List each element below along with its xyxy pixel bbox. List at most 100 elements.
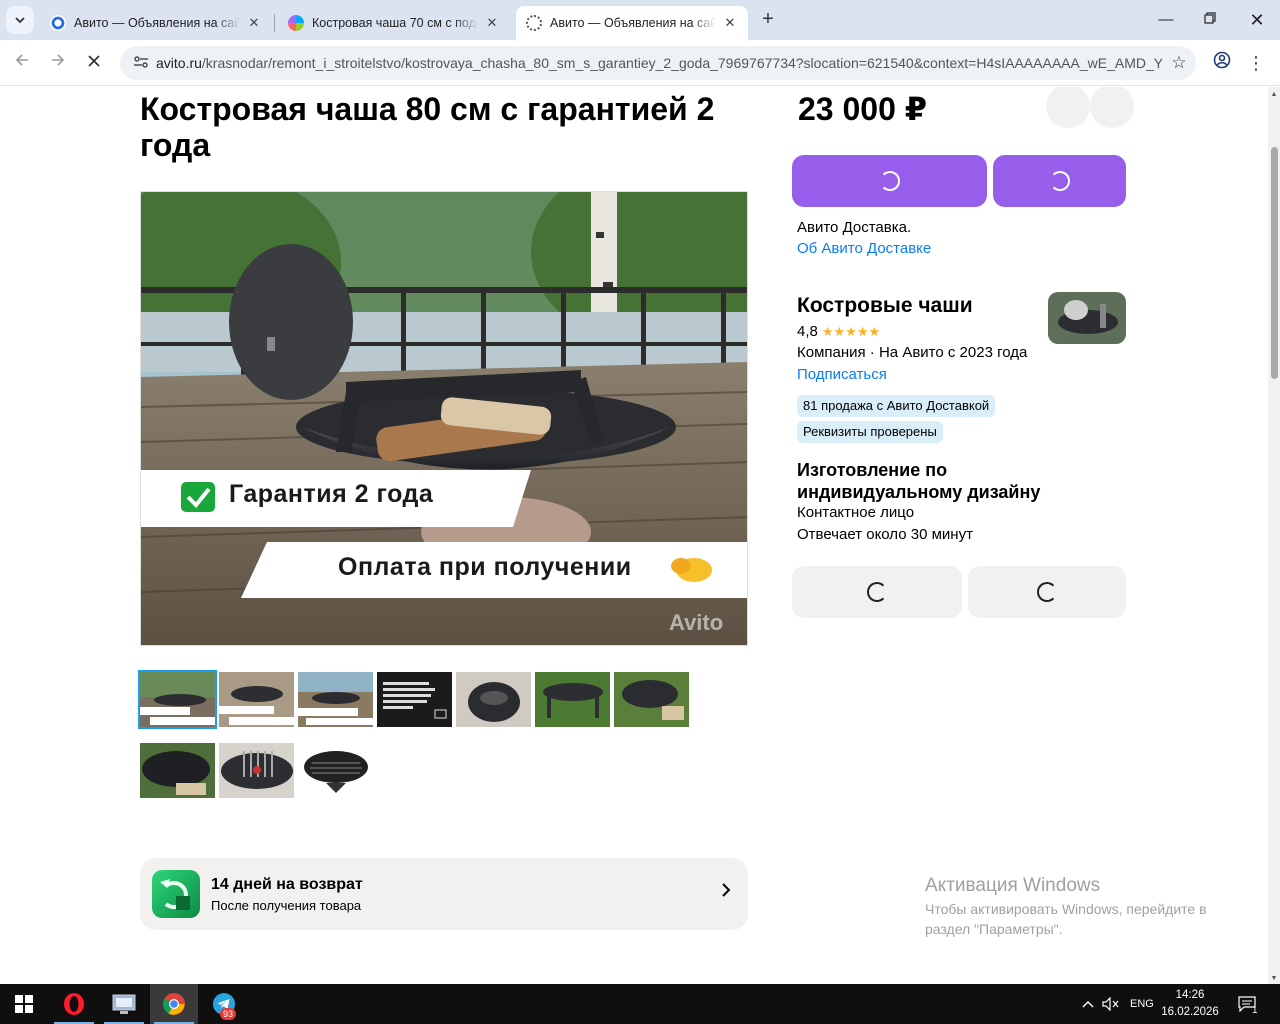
- seller-rating[interactable]: 4,8 ★★★★★: [797, 323, 880, 340]
- notification-center-button[interactable]: 1: [1238, 984, 1262, 1024]
- secondary-action-button-2[interactable]: [968, 566, 1126, 618]
- seller-name[interactable]: Костровые чаши: [797, 294, 973, 318]
- scroll-down-arrow-icon[interactable]: ▼: [1268, 975, 1280, 982]
- listing-title: Костровая чаша 80 см с гарантией 2 года: [140, 91, 715, 163]
- thumbnail-3[interactable]: [298, 672, 373, 727]
- arrow-right-icon: [52, 54, 65, 66]
- avito-watermark: Avito: [669, 610, 724, 635]
- monitor-app-icon: [112, 994, 136, 1014]
- close-icon[interactable]: ✕: [246, 15, 262, 31]
- thumbnail-6[interactable]: [535, 672, 610, 727]
- write-message-button[interactable]: [993, 155, 1126, 207]
- url-path: /krasnodar/remont_i_stroitelstvo/kostrov…: [201, 55, 1162, 71]
- seller-meta: Компания · На Авито с 2023 года: [797, 344, 1028, 361]
- return-icon: [152, 870, 200, 918]
- thumbnail-7[interactable]: [614, 672, 689, 727]
- bookmark-star-icon[interactable]: ☆: [1162, 53, 1196, 73]
- thumbnail-2[interactable]: [219, 672, 294, 727]
- tab-title: Авито — Объявления на сайте: [74, 16, 240, 30]
- new-tab-button[interactable]: +: [756, 8, 780, 32]
- thumbnail-10[interactable]: [298, 743, 373, 798]
- seller-avatar[interactable]: [1048, 292, 1126, 344]
- address-bar[interactable]: avito.ru/krasnodar/remont_i_stroitelstvo…: [120, 46, 1196, 80]
- forward-button[interactable]: [46, 51, 70, 75]
- browser-menu-button[interactable]: ⋮: [1244, 51, 1268, 75]
- activation-title: Активация Windows: [925, 875, 1101, 896]
- listing-price: 23 000 ₽: [798, 91, 928, 127]
- activation-subtitle: Чтобы активировать Windows, перейдите в …: [925, 901, 1207, 937]
- thumbnail-9[interactable]: [219, 743, 294, 798]
- subscribe-link[interactable]: Подписаться: [797, 366, 887, 383]
- thumbnail-1[interactable]: [138, 670, 217, 729]
- stop-icon: [88, 55, 100, 67]
- system-clock[interactable]: 14:26 16.02.2026: [1158, 987, 1222, 1021]
- profile-button[interactable]: [1210, 51, 1234, 75]
- windows-logo-icon: [15, 995, 33, 1013]
- badge-verified: Реквизиты проверены: [797, 421, 943, 443]
- restore-button[interactable]: [1198, 8, 1222, 32]
- notification-count: 1: [1252, 1004, 1258, 1016]
- url-text[interactable]: avito.ru/krasnodar/remont_i_stroitelstvo…: [156, 55, 1162, 71]
- chevron-up-icon: [1082, 1001, 1094, 1008]
- close-icon[interactable]: ✕: [484, 15, 500, 31]
- restore-icon: [1204, 12, 1216, 24]
- taskbar-telegram[interactable]: 93: [200, 984, 248, 1024]
- delivery-info-link[interactable]: Об Авито Доставке: [797, 240, 931, 257]
- rating-value: 4,8: [797, 323, 818, 340]
- image-banner-payment: Оплата при получении: [338, 553, 632, 581]
- back-button[interactable]: [10, 51, 34, 75]
- browser-tab-2[interactable]: Костровая чаша 70 см с подставкой ✕: [278, 6, 510, 40]
- windows-activation-watermark: Активация Windows Чтобы активировать Win…: [925, 875, 1245, 939]
- scrollbar-thumb[interactable]: [1271, 147, 1278, 379]
- url-host: avito.ru: [156, 55, 202, 71]
- tab-title: Авито — Объявления на сайте: [550, 16, 716, 30]
- browser-tab-3-active[interactable]: Авито — Объявления на сайте ✕: [516, 6, 748, 40]
- telegram-unread-badge: 93: [220, 1008, 237, 1020]
- taskbar-app[interactable]: [100, 984, 148, 1024]
- chevron-down-icon: [15, 17, 25, 24]
- delivery-text: Авито Доставка.: [797, 219, 912, 236]
- show-hidden-icons-button[interactable]: [1082, 984, 1094, 1024]
- arrow-left-icon: [15, 54, 28, 66]
- thumbnail-8[interactable]: [140, 743, 215, 798]
- close-window-button[interactable]: ✕: [1245, 8, 1269, 32]
- start-button[interactable]: [0, 984, 48, 1024]
- volume-button[interactable]: [1102, 984, 1120, 1024]
- thumbnail-4[interactable]: [377, 672, 452, 727]
- minimize-button[interactable]: —: [1154, 8, 1178, 32]
- chrome-icon: [163, 993, 185, 1015]
- close-icon[interactable]: ✕: [722, 15, 738, 31]
- taskbar-opera[interactable]: [50, 984, 98, 1024]
- return-policy-card[interactable]: 14 дней на возврат После получения товар…: [140, 858, 748, 930]
- language-indicator[interactable]: ENG: [1130, 984, 1154, 1024]
- contact-person: Контактное лицо: [797, 504, 915, 521]
- opera-icon: [64, 993, 84, 1015]
- loading-spinner-icon: [879, 171, 900, 191]
- badge-deliveries: 81 продажа с Авито Доставкой: [797, 395, 996, 417]
- page-content: Костровая чаша 80 см с гарантией 2 года …: [0, 87, 1268, 984]
- taskbar-chrome[interactable]: [150, 984, 198, 1024]
- scroll-up-arrow-icon[interactable]: ▲: [1268, 91, 1280, 98]
- show-phone-button[interactable]: [792, 155, 987, 207]
- thumbnail-5[interactable]: [456, 672, 531, 727]
- response-time: Отвечает около 30 минут: [797, 526, 973, 543]
- browser-tab-1[interactable]: Авито — Объявления на сайте ✕: [40, 6, 272, 40]
- tab-title: Костровая чаша 70 см с подставкой: [312, 16, 478, 30]
- return-title: 14 дней на возврат: [211, 876, 363, 893]
- page-scrollbar[interactable]: ▲ ▼: [1268, 87, 1280, 984]
- loading-spinner-icon: [1037, 582, 1057, 602]
- shop-title: Изготовление по индивидуальному дизайну: [797, 460, 1041, 502]
- stop-loading-button[interactable]: [82, 51, 106, 75]
- compare-button[interactable]: [1090, 87, 1134, 128]
- favorite-button[interactable]: [1046, 87, 1090, 128]
- avito-favicon-icon: [288, 15, 304, 31]
- secondary-action-button-1[interactable]: [792, 566, 962, 618]
- browser-toolbar: avito.ru/krasnodar/remont_i_stroitelstvo…: [0, 40, 1280, 86]
- tab-search-button[interactable]: [6, 6, 34, 34]
- browser-tab-bar: Авито — Объявления на сайте ✕ Костровая …: [0, 0, 1280, 40]
- main-product-image[interactable]: Гарантия 2 года Оплата при получении Avi…: [140, 191, 748, 646]
- loading-favicon-icon: [526, 15, 542, 31]
- volume-muted-icon: [1102, 997, 1119, 1011]
- site-info-icon[interactable]: [126, 55, 156, 72]
- clock-date: 16.02.2026: [1161, 1006, 1219, 1018]
